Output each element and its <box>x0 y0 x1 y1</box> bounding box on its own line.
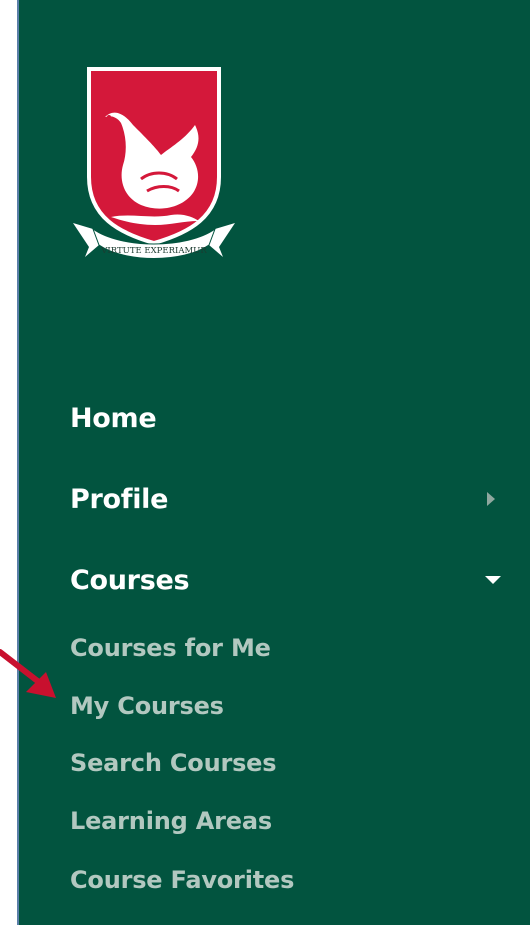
sidebar: VIRTUTE EXPERIAMUR Home Profile Courses … <box>17 0 530 925</box>
nav-home-label: Home <box>70 402 157 434</box>
subnav-label: Search Courses <box>70 749 277 777</box>
subnav-item-my-courses[interactable]: My Courses <box>70 686 224 726</box>
subnav-label: Courses for Me <box>70 634 271 662</box>
chevron-right-icon[interactable] <box>487 492 495 506</box>
subnav-item-course-favorites[interactable]: Course Favorites <box>70 860 294 900</box>
subnav-item-search-courses[interactable]: Search Courses <box>70 743 277 783</box>
nav-item-home[interactable]: Home <box>70 393 495 443</box>
subnav-item-courses-for-me[interactable]: Courses for Me <box>70 628 271 668</box>
subnav-label: Learning Areas <box>70 807 272 835</box>
subnav-label: Course Favorites <box>70 866 295 894</box>
nav-item-courses[interactable]: Courses <box>70 555 501 605</box>
page-margin <box>0 0 17 925</box>
subnav-label: My Courses <box>70 692 224 720</box>
school-crest-logo: VIRTUTE EXPERIAMUR <box>73 67 235 259</box>
subnav-item-learning-areas[interactable]: Learning Areas <box>70 801 272 841</box>
chevron-down-icon[interactable] <box>485 576 501 584</box>
nav-item-profile[interactable]: Profile <box>70 474 495 524</box>
crest-motto: VIRTUTE EXPERIAMUR <box>100 246 207 256</box>
nav-profile-label: Profile <box>70 483 169 515</box>
nav-courses-label: Courses <box>70 564 190 596</box>
